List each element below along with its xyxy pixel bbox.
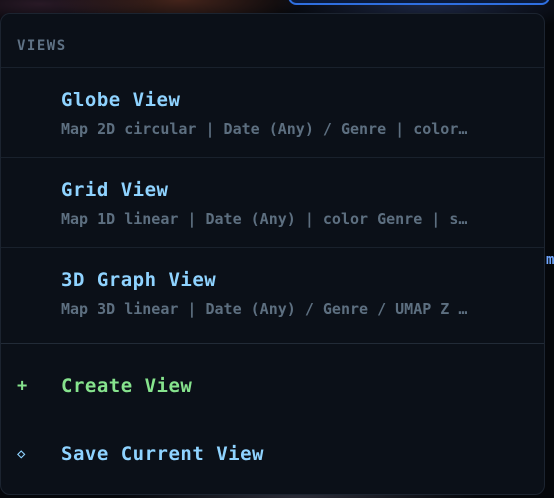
view-title: 3D Graph View [61, 269, 217, 291]
view-description: Map 1D linear | Date (Any) | color Genre… [61, 210, 468, 228]
background-edge-glyph: m [546, 252, 554, 268]
view-item-grid[interactable]: Grid View Map 1D linear | Date (Any) | c… [1, 158, 544, 248]
view-title: Grid View [61, 179, 169, 201]
view-description: Map 3D linear | Date (Any) / Genre / UMA… [61, 300, 468, 318]
plus-icon: + [17, 376, 28, 396]
save-current-view-label: Save Current View [61, 443, 264, 465]
view-title: Globe View [61, 89, 181, 111]
save-current-view-button[interactable]: ◇ Save Current View [1, 434, 544, 474]
view-item-globe[interactable]: Globe View Map 2D circular | Date (Any) … [1, 68, 544, 158]
top-input-pill[interactable] [288, 0, 550, 5]
create-view-label: Create View [61, 375, 193, 397]
diamond-icon: ◇ [17, 446, 26, 462]
views-dropdown-menu: VIEWS Globe View Map 2D circular | Date … [0, 13, 545, 495]
section-header-views: VIEWS [1, 14, 544, 68]
view-item-3d-graph[interactable]: 3D Graph View Map 3D linear | Date (Any)… [1, 248, 544, 344]
create-view-button[interactable]: + Create View [1, 366, 544, 406]
view-description: Map 2D circular | Date (Any) / Genre | c… [61, 120, 468, 138]
